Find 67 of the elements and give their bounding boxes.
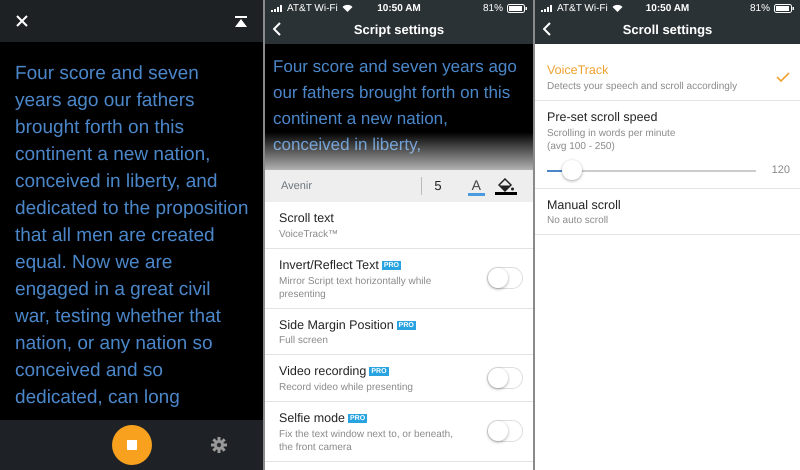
settings-row[interactable]: Selfie mode $^{PRO}$ Fix the text window next to, or beneath, the front camera	[265, 402, 533, 462]
script-text: Four score and seven years ago our fathers brought forth on this continent a new nation, conceived in liberty, and dedicated to the proposition that all men are created equal. Now we are engaged in a great civil war, testing whether that nation, or any nation so conceived and so dedicated, can long	[14, 62, 250, 410]
signal-icon	[541, 4, 553, 12]
scroll-to-top-button[interactable]	[235, 16, 247, 26]
battery-icon	[507, 4, 527, 12]
battery-percent: 81%	[482, 2, 503, 16]
stop-icon	[126, 440, 136, 450]
settings-row[interactable]: Invert/Reflect Text $^{PRO}$ Mirror Script text horizontally while presenting	[265, 248, 533, 308]
pro-badge: PRO	[369, 367, 389, 376]
signal-icon	[271, 4, 283, 12]
option-title: VoiceTrack	[547, 62, 610, 79]
back-icon	[273, 22, 281, 36]
close-icon	[16, 15, 28, 27]
text-color-button[interactable]: A	[468, 176, 485, 196]
paint-bucket-icon	[498, 178, 514, 192]
back-button[interactable]	[273, 22, 281, 36]
pro-badge: PRO	[382, 260, 401, 270]
background-color-button[interactable]	[495, 178, 517, 194]
settings-row[interactable]: Scroll text VoiceTrack™	[265, 202, 533, 249]
carrier-label: AT&T Wi-Fi	[287, 2, 338, 16]
back-icon	[543, 22, 551, 36]
screen-title: Scroll settings	[622, 21, 712, 40]
clock-label: 10:50 AM	[377, 2, 421, 14]
row-subtitle: Mirror Script text horizontally while presenting	[279, 274, 432, 300]
carrier-label: AT&T Wi-Fi	[557, 2, 608, 16]
close-button[interactable]	[16, 15, 28, 27]
pro-badge: PRO	[396, 320, 416, 330]
row-subtitle: VoiceTrack™	[279, 228, 340, 241]
option-subtitle: No auto scroll	[547, 214, 610, 228]
slider-thumb[interactable]	[562, 160, 582, 180]
toggle-switch[interactable]	[487, 367, 523, 390]
row-subtitle: Full screen	[279, 334, 329, 348]
speed-value: 120	[772, 164, 790, 177]
row-subtitle: Record video while presenting	[279, 381, 414, 394]
row-title: Video recording	[279, 364, 366, 378]
clock-label: 10:50 AM	[646, 2, 690, 14]
settings-row[interactable]: Video recording $^{PRO}$ Record video while presenting	[265, 355, 533, 402]
battery-icon	[774, 4, 794, 12]
scroll-to-top-icon	[235, 16, 247, 26]
settings-icon	[211, 437, 227, 453]
row-title: Selfie mode	[279, 411, 346, 425]
wifi-icon	[612, 4, 623, 12]
row-title: Side Margin Position	[279, 318, 394, 332]
stop-button[interactable]	[112, 425, 152, 465]
option-subtitle: Scrolling in words per minute	[547, 126, 676, 140]
option-note: (avg 100 - 250)	[547, 140, 616, 152]
row-title: Scroll text	[279, 211, 334, 225]
option-subtitle: Detects your speech and scroll accordingly	[547, 80, 738, 93]
option-title: Manual scroll	[547, 196, 622, 214]
settings-row[interactable]: Side Margin Position $^{PRO}$ Full screen	[265, 308, 533, 356]
row-title: Invert/Reflect Text	[279, 258, 379, 272]
wifi-icon	[342, 4, 353, 12]
font-selector[interactable]: Avenir	[281, 178, 422, 194]
row-subtitle: Fix the text window next to, or beneath, the front camera	[279, 428, 454, 454]
battery-percent: 81%	[750, 2, 770, 16]
screen-title: Script settings	[354, 21, 444, 40]
font-size-value[interactable]: 5	[434, 176, 442, 196]
settings-button[interactable]	[211, 437, 227, 453]
scroll-option[interactable]: Manual scroll No auto scroll	[535, 188, 800, 236]
checkmark-icon	[776, 72, 790, 82]
option-title: Pre-set scroll speed	[547, 108, 658, 126]
back-button[interactable]	[543, 22, 551, 36]
toggle-switch[interactable]	[487, 420, 523, 442]
toggle-switch[interactable]	[487, 267, 523, 290]
scroll-option[interactable]: Pre-set scroll speed Scrolling in words per minute (avg 100 - 250) 120	[535, 100, 800, 188]
pro-badge: PRO	[348, 414, 368, 423]
script-preview-text: Four score and seven years ago our fathers brought forth on this continent a new nation, conceived in liberty,	[265, 44, 533, 170]
